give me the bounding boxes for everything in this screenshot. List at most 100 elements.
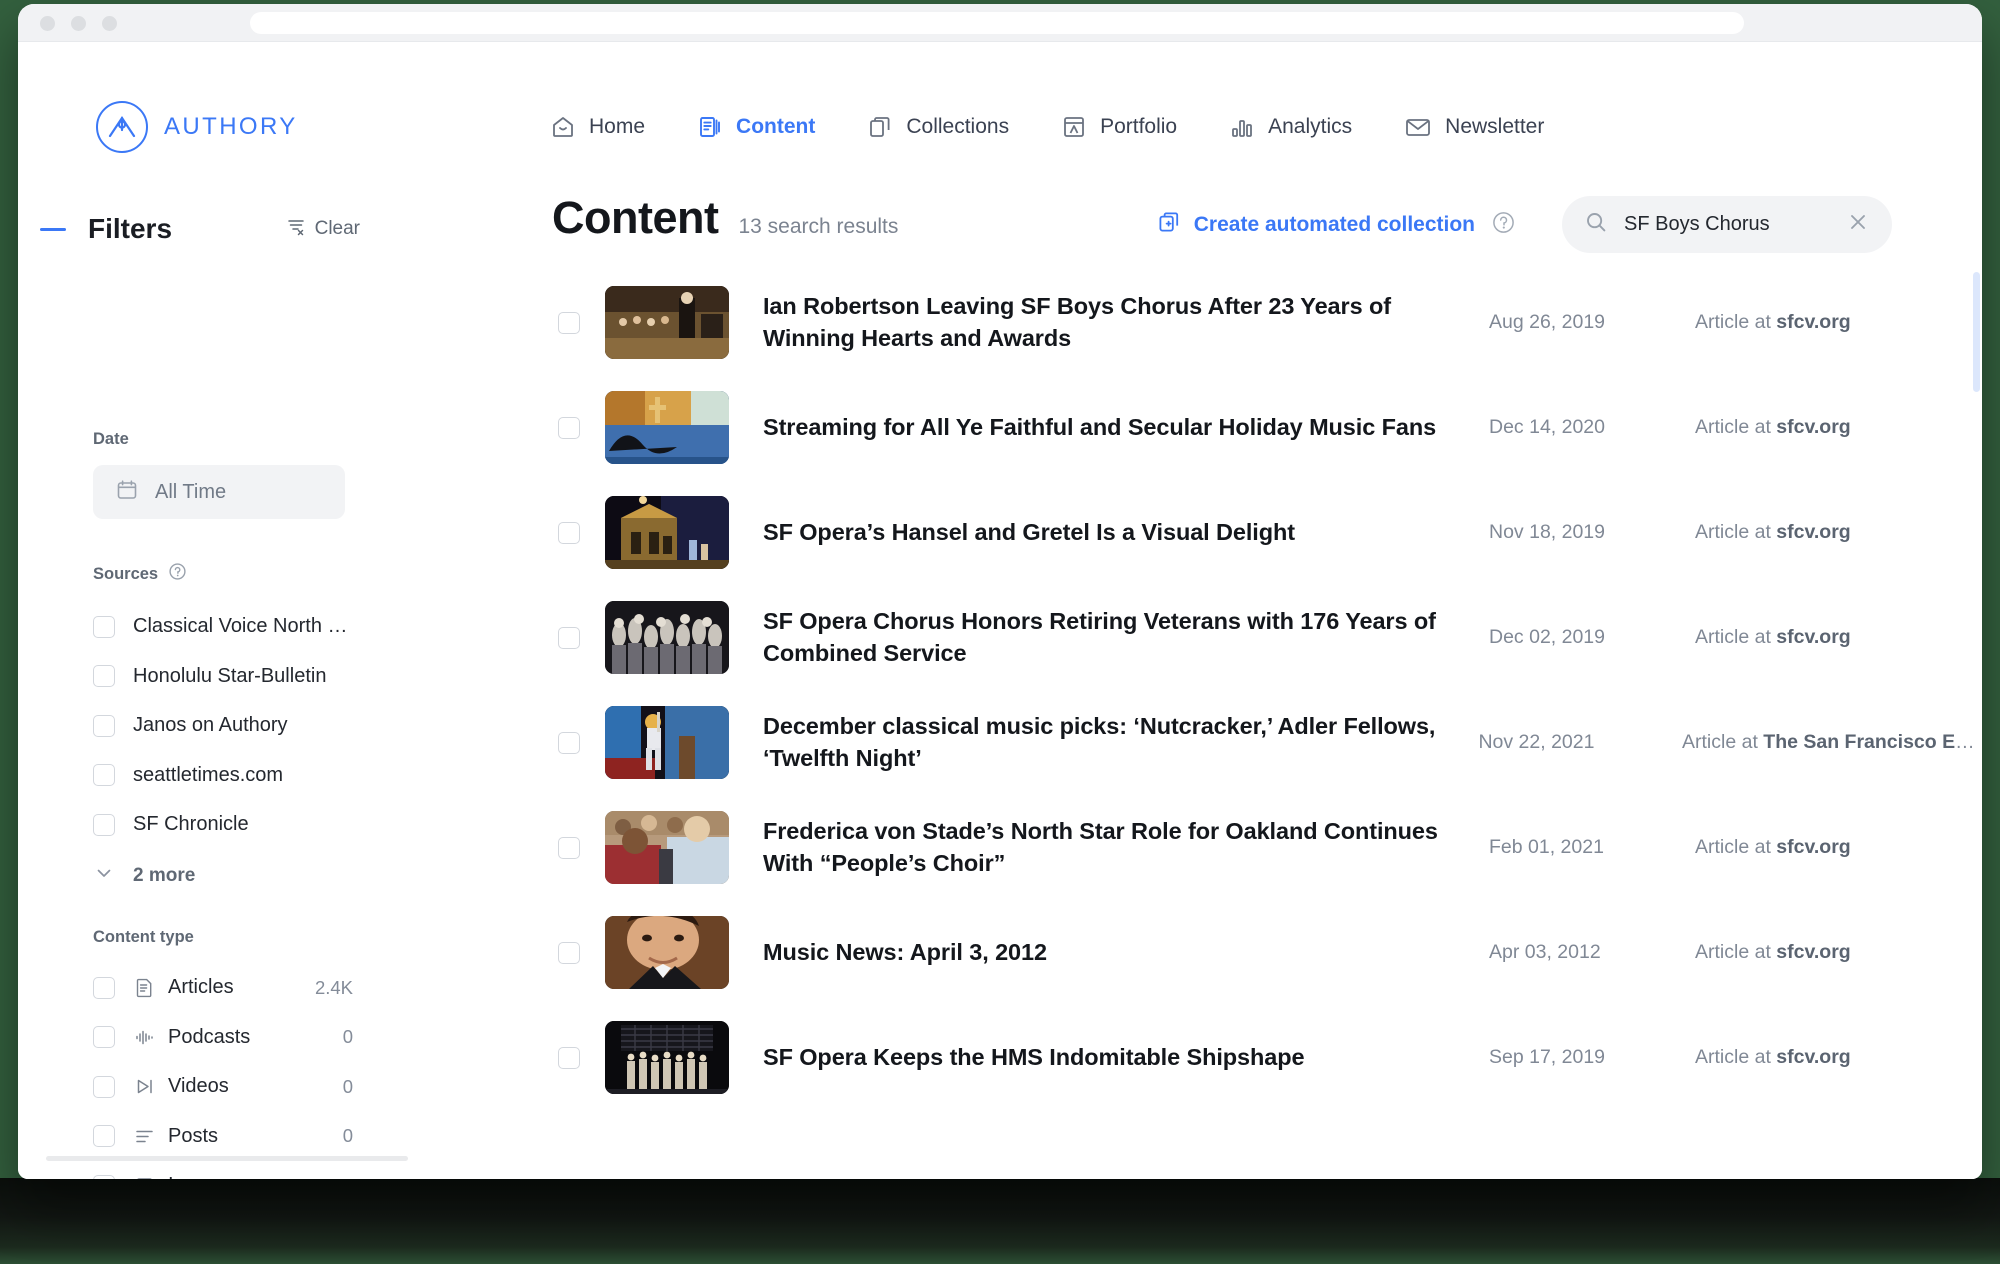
row-title[interactable]: Ian Robertson Leaving SF Boys Chorus Aft… [763, 291, 1453, 353]
source-checkbox-row[interactable]: Classical Voice North … [93, 602, 353, 652]
brand-logo[interactable]: AUTHORY [96, 101, 298, 153]
source-checkbox-row[interactable]: SF Chronicle [93, 800, 353, 850]
source-checkbox[interactable] [93, 665, 115, 688]
row-title[interactable]: SF Opera’s Hansel and Gretel Is a Visual… [763, 517, 1453, 548]
sidebar-scrollbar[interactable] [46, 1156, 408, 1161]
row-source-prefix: Article at [1695, 1046, 1777, 1068]
content-type-row-images[interactable]: Images 0 [93, 1161, 353, 1179]
content-type-checkbox[interactable] [93, 1026, 115, 1049]
help-icon[interactable] [1491, 210, 1516, 240]
row-checkbox[interactable] [558, 731, 580, 754]
nav-item-analytics-label: Analytics [1268, 115, 1353, 138]
content-type-label: Videos [168, 1075, 229, 1098]
row-checkbox[interactable] [558, 311, 580, 334]
window-controls[interactable] [40, 16, 117, 31]
table-row[interactable]: Streaming for All Ye Faithful and Secula… [418, 375, 1982, 480]
device-shadow [0, 1178, 2000, 1264]
nav-item-newsletter[interactable]: Newsletter [1404, 114, 1544, 140]
table-row[interactable]: December classical music picks: ‘Nutcrac… [418, 690, 1982, 795]
row-source-name: sfcv.org [1776, 521, 1851, 543]
page-title-group: Content 13 search results [552, 192, 898, 244]
content-type-checkbox[interactable] [93, 1174, 115, 1179]
create-automated-collection-button[interactable]: Create automated collection [1157, 210, 1475, 240]
source-checkbox-row[interactable]: Honolulu Star-Bulletin [93, 652, 353, 702]
content-type-checkbox[interactable] [93, 976, 115, 999]
search-box[interactable]: SF Boys Chorus [1562, 196, 1892, 253]
row-source-name: sfcv.org [1776, 1046, 1851, 1068]
sources-help-icon[interactable] [168, 562, 187, 586]
row-checkbox[interactable] [558, 941, 580, 964]
row-title[interactable]: Frederica von Stade’s North Star Role fo… [763, 816, 1453, 878]
row-checkbox[interactable] [558, 626, 580, 649]
row-title[interactable]: SF Opera Keeps the HMS Indomitable Ships… [763, 1042, 1453, 1073]
content-type-checkbox[interactable] [93, 1075, 115, 1098]
table-row[interactable]: Ian Robertson Leaving SF Boys Chorus Aft… [418, 270, 1982, 375]
content-type-count: 0 [342, 1075, 353, 1097]
nav-item-collections-label: Collections [906, 115, 1010, 138]
calendar-icon [115, 478, 139, 507]
row-title[interactable]: December classical music picks: ‘Nutcrac… [763, 711, 1442, 773]
nav-item-portfolio[interactable]: Portfolio [1061, 114, 1177, 140]
top-navigation: AUTHORY Home Content Collections Portfol… [18, 42, 1982, 153]
row-title[interactable]: Streaming for All Ye Faithful and Secula… [763, 412, 1453, 443]
nav-item-collections[interactable]: Collections [867, 114, 1009, 140]
row-source-prefix: Article at [1695, 311, 1777, 333]
page-title: Content [552, 192, 719, 243]
content-type-row-articles[interactable]: Articles 2.4K [93, 963, 353, 1013]
filters-title: Filters [88, 213, 173, 244]
search-icon [1584, 210, 1608, 239]
source-checkbox[interactable] [93, 764, 115, 787]
clear-search-icon[interactable] [1846, 210, 1870, 239]
content-type-count: 0 [342, 1026, 353, 1048]
table-row[interactable]: Music News: April 3, 2012 Apr 03, 2012 A… [418, 900, 1982, 1005]
address-bar[interactable] [250, 12, 1744, 34]
row-thumbnail [605, 496, 729, 569]
minimize-dot[interactable] [71, 16, 86, 31]
source-checkbox[interactable] [93, 813, 115, 836]
clear-filters-button[interactable]: Clear [286, 216, 360, 242]
row-title[interactable]: Music News: April 3, 2012 [763, 937, 1453, 968]
video-icon [133, 1076, 155, 1097]
row-source-name: sfcv.org [1776, 311, 1851, 333]
show-more-sources-button[interactable]: 2 more [93, 852, 353, 900]
content-type-checkbox[interactable] [93, 1125, 115, 1148]
table-row[interactable]: SF Opera Keeps the HMS Indomitable Ships… [418, 1005, 1982, 1110]
row-date: Sep 17, 2019 [1489, 1046, 1606, 1068]
date-range-select[interactable]: All Time [93, 465, 345, 519]
table-row[interactable]: Frederica von Stade’s North Star Role fo… [418, 795, 1982, 900]
clear-filter-icon [286, 216, 306, 242]
content-main: Content 13 search results Create automat… [418, 150, 1982, 1179]
sources-section-label: Sources [93, 562, 353, 586]
close-dot[interactable] [40, 16, 55, 31]
source-checkbox-row[interactable]: seattletimes.com [93, 751, 353, 801]
content-type-row-podcasts[interactable]: Podcasts 0 [93, 1013, 353, 1063]
show-more-sources-label: 2 more [133, 864, 196, 886]
row-checkbox[interactable] [558, 836, 580, 859]
collapse-filters-icon[interactable] [40, 227, 66, 231]
content-type-label: Posts [168, 1124, 219, 1147]
content-type-row-videos[interactable]: Videos 0 [93, 1062, 353, 1112]
row-checkbox[interactable] [558, 1046, 580, 1069]
browser-titlebar [18, 4, 1982, 42]
row-checkbox[interactable] [558, 521, 580, 544]
row-source-prefix: Article at [1682, 731, 1764, 753]
table-row[interactable]: SF Opera’s Hansel and Gretel Is a Visual… [418, 480, 1982, 585]
row-checkbox[interactable] [558, 416, 580, 439]
row-title[interactable]: SF Opera Chorus Honors Retiring Veterans… [763, 606, 1453, 668]
source-checkbox-row[interactable]: Janos on Authory [93, 701, 353, 751]
row-source: Article at The San Francisco Exa… [1682, 731, 1982, 754]
content-type-filter-section: Content type Articles 2.4K Podcasts 0 Vi… [93, 928, 353, 1179]
nav-item-home[interactable]: Home [550, 114, 645, 140]
source-checkbox[interactable] [93, 615, 115, 638]
search-input[interactable]: SF Boys Chorus [1624, 213, 1846, 236]
nav-item-content[interactable]: Content [697, 114, 815, 140]
row-source-name: sfcv.org [1776, 836, 1851, 858]
source-checkbox[interactable] [93, 714, 115, 737]
nav-item-analytics[interactable]: Analytics [1229, 114, 1352, 140]
maximize-dot[interactable] [102, 16, 117, 31]
content-type-row-posts[interactable]: Posts 0 [93, 1112, 353, 1162]
content-type-count: 0 [342, 1125, 353, 1147]
row-date: Dec 02, 2019 [1489, 626, 1606, 648]
content-header-actions: Create automated collection SF Boys Chor… [1157, 196, 1892, 253]
table-row[interactable]: SF Opera Chorus Honors Retiring Veterans… [418, 585, 1982, 690]
